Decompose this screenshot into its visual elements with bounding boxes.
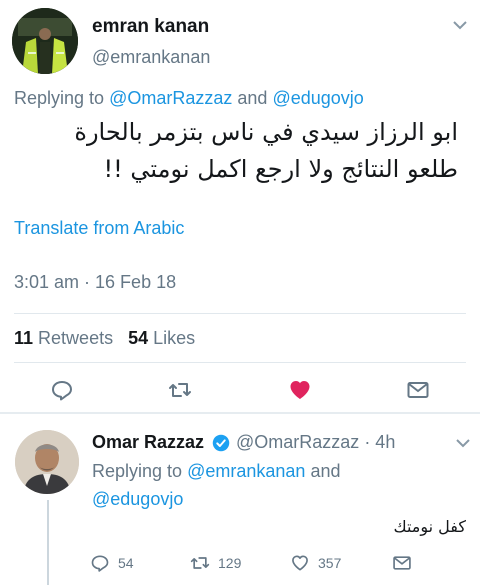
verified-badge-icon (212, 434, 230, 452)
divider (14, 362, 466, 363)
reply-share-button[interactable] (392, 553, 412, 573)
replying-prefix: Replying to (92, 461, 183, 481)
reply-text: كفل نومتك (393, 517, 466, 536)
retweet-button[interactable] (168, 378, 192, 402)
replying-and: and (310, 461, 341, 481)
reply-count: 54 (118, 555, 134, 571)
avatar-photo (15, 430, 79, 494)
reply-author-meta: @OmarRazzaz · 4h (236, 432, 395, 453)
avatar-photo (12, 8, 78, 74)
reply-time[interactable]: · 4h (364, 432, 395, 452)
author-name[interactable]: emran kanan (92, 16, 209, 38)
replying-prefix: Replying to (14, 88, 105, 108)
retweets-stat[interactable]: 11 Retweets (14, 328, 113, 348)
retweets-label: Retweets (38, 328, 114, 348)
tweet-separator (0, 412, 480, 414)
main-tweet: emran kanan @emrankanan Replying to @Oma… (0, 0, 480, 412)
chevron-down-icon[interactable] (456, 438, 470, 448)
mention-link[interactable]: @edugovjo (272, 88, 363, 108)
tweet-text-line-1: ابو الرزاز سيدي في ناس بتزمر بالحارة (74, 118, 458, 146)
retweet-count: 129 (218, 555, 242, 571)
mention-link[interactable]: @emrankanan (187, 461, 305, 481)
share-button[interactable] (406, 378, 430, 402)
likes-stat[interactable]: 54 Likes (128, 328, 195, 348)
reply-icon (52, 381, 72, 401)
avatar[interactable] (15, 430, 79, 494)
reply-replying-to: Replying to @emrankanan and (92, 461, 340, 482)
reply-button[interactable] (50, 378, 74, 402)
timestamp[interactable]: 3:01 am · 16 Feb 18 (14, 272, 176, 293)
reply-like-button[interactable]: 357 (290, 553, 341, 573)
heart-icon (290, 381, 310, 399)
envelope-icon (393, 556, 411, 570)
likes-count: 54 (128, 328, 149, 348)
replying-and: and (237, 88, 268, 108)
retweet-icon (169, 383, 191, 397)
author-handle[interactable]: @emrankanan (92, 47, 210, 68)
avatar[interactable] (12, 8, 78, 74)
likes-label: Likes (153, 328, 196, 348)
reply-author-handle[interactable]: @OmarRazzaz (236, 432, 359, 452)
reply-icon (91, 555, 109, 572)
mention-link[interactable]: @edugovjo (92, 489, 183, 510)
engagement-stats: 11 Retweets 54 Likes (14, 328, 195, 349)
envelope-icon (407, 382, 429, 398)
reply-reply-button[interactable]: 54 (90, 553, 134, 573)
like-button[interactable] (288, 378, 312, 402)
chevron-down-icon[interactable] (453, 20, 467, 30)
retweet-icon (190, 557, 210, 569)
retweets-count: 11 (14, 328, 34, 348)
mention-link[interactable]: @OmarRazzaz (109, 88, 232, 108)
replying-to: Replying to @OmarRazzaz and @edugovjo (14, 88, 364, 109)
like-count: 357 (318, 555, 342, 571)
heart-outline-icon (292, 555, 308, 571)
translate-link[interactable]: Translate from Arabic (14, 218, 184, 239)
reply-retweet-button[interactable]: 129 (190, 553, 241, 573)
tweet-text-line-2: طلعو النتائج ولا ارجع اكمل نومتي !! (103, 155, 458, 183)
thread-line (47, 500, 49, 585)
reply-author-name[interactable]: Omar Razzaz (92, 432, 204, 453)
divider (14, 313, 466, 314)
